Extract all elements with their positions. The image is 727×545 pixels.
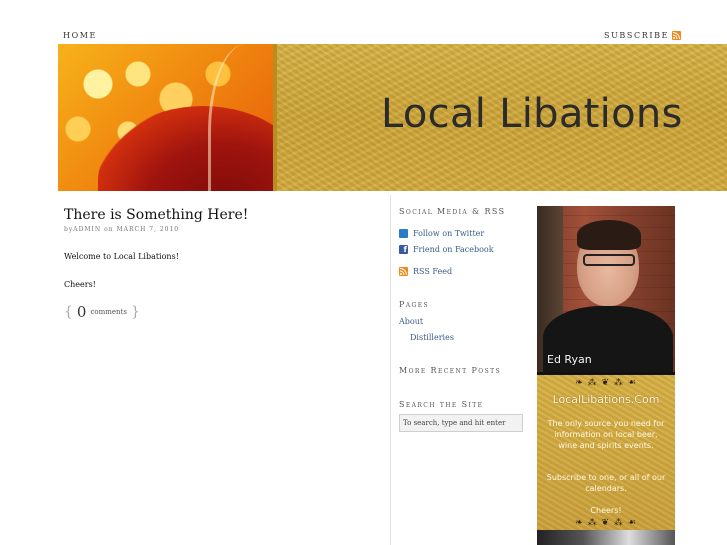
flourish-ornament: ❧ ⁂ ❦ ⁂ ☙	[575, 378, 637, 388]
facebook-icon: f	[399, 245, 408, 254]
search-input[interactable]	[399, 414, 523, 432]
brace-close: }	[130, 304, 140, 320]
post-title[interactable]: There is Something Here!	[64, 207, 248, 223]
ad-bottom-photo	[537, 530, 675, 545]
social-media-title: Social Media & RSS	[399, 207, 506, 216]
rss-icon	[672, 31, 682, 40]
ad-description: The only source you need for information…	[547, 419, 665, 450]
wine-glass-photo	[58, 44, 308, 191]
post-meta-by: by	[64, 226, 74, 233]
pages-title: Pages	[399, 300, 429, 309]
column-divider	[390, 195, 391, 545]
post-author-link[interactable]: ADMIN	[73, 226, 101, 233]
ad-site-name: LocalLibations.Com	[552, 393, 660, 406]
post-date: MARCH 7, 2010	[116, 226, 180, 233]
twitter-link[interactable]: Follow on Twitter	[399, 229, 484, 238]
site-title: Local Libations	[381, 91, 683, 137]
header-banner[interactable]: Local Libations	[58, 44, 727, 191]
ad-portrait-photo: Ed Ryan	[537, 206, 675, 376]
recent-posts-title: More Recent Posts	[399, 366, 502, 375]
sidebar-ad[interactable]: Ed Ryan ❧ ⁂ ❦ ⁂ ☙ LocalLibations.Com The…	[537, 206, 675, 545]
rss-feed-link[interactable]: RSS Feed	[399, 267, 452, 276]
subscribe-link[interactable]: SUBSCRIBE	[604, 31, 682, 40]
post-meta: byADMIN on MARCH 7, 2010	[64, 226, 179, 233]
comments-count: 0	[76, 303, 87, 321]
twitter-label: Follow on Twitter	[413, 229, 485, 238]
ad-subscribe-text: Subscribe to one, or all of our calendar…	[546, 473, 666, 493]
facebook-label: Friend on Facebook	[413, 245, 494, 254]
ad-cheers-text: Cheers!	[590, 506, 622, 515]
comments-link[interactable]: { 0 comments }	[64, 303, 140, 321]
post-meta-on: on	[104, 226, 114, 233]
post-paragraph: Welcome to Local Libations!	[64, 252, 179, 261]
ad-info-panel: ❧ ⁂ ❦ ⁂ ☙ LocalLibations.Com The only so…	[537, 372, 675, 536]
page-link-distilleries[interactable]: Distilleries	[410, 333, 454, 342]
brace-open: {	[64, 304, 73, 320]
ad-photo-glasses	[583, 254, 635, 266]
ad-photo-hair	[577, 220, 641, 250]
comments-label: comments	[90, 308, 127, 316]
page-link-about[interactable]: About	[399, 317, 423, 326]
rss-icon	[399, 267, 408, 276]
subscribe-label: SUBSCRIBE	[604, 31, 670, 40]
banner-title-panel: Local Libations	[273, 44, 727, 191]
home-link[interactable]: HOME	[63, 31, 97, 40]
twitter-icon	[399, 229, 408, 238]
rss-feed-label: RSS Feed	[413, 267, 453, 276]
flourish-ornament: ❧ ⁂ ❦ ⁂ ☙	[575, 518, 637, 528]
wine-glass-edge	[208, 44, 271, 191]
facebook-link[interactable]: f Friend on Facebook	[399, 245, 494, 254]
post-paragraph: Cheers!	[64, 280, 96, 289]
ad-person-name: Ed Ryan	[547, 353, 592, 366]
search-title: Search the Site	[399, 400, 484, 409]
